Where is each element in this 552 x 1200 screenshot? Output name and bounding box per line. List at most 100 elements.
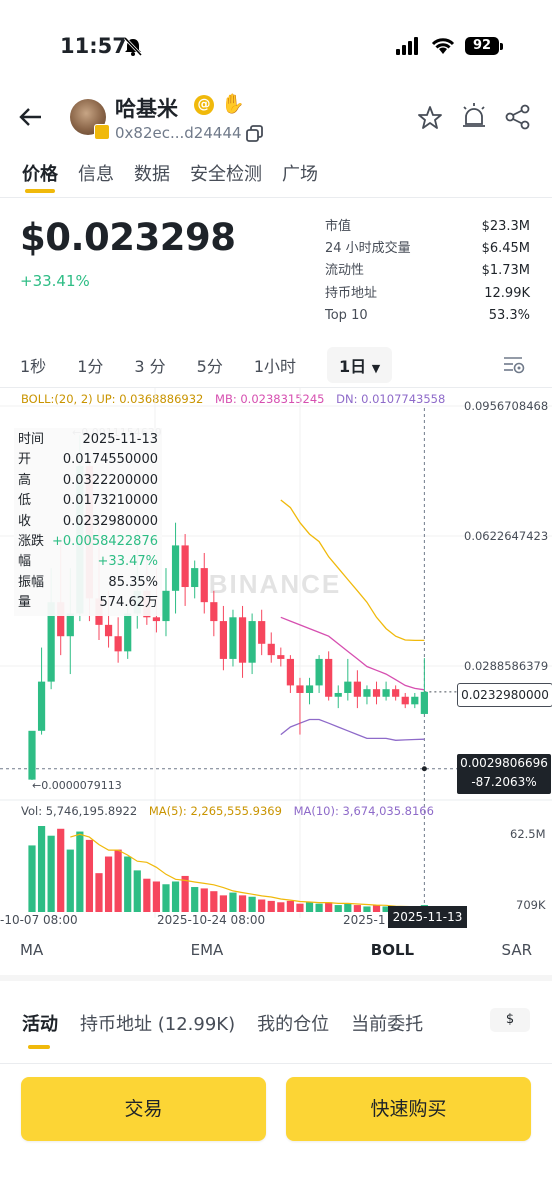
detail-tabs: 价格 信息 数据 安全检测 广场 bbox=[22, 160, 318, 186]
copy-icon[interactable] bbox=[245, 124, 265, 144]
tooltip-label: 收 bbox=[18, 513, 32, 529]
share-icon[interactable] bbox=[505, 104, 531, 130]
candle-body bbox=[353, 681, 361, 697]
binance-watermark: BINANCE bbox=[209, 569, 341, 599]
tooltip-row: 幅 +33.47% bbox=[18, 552, 158, 572]
interval-1h[interactable]: 1小时 bbox=[254, 353, 296, 377]
vol-value: Vol: 5,746,195.8922 bbox=[21, 804, 138, 818]
indicator-tabs: MA EMA BOLL SAR bbox=[0, 941, 552, 959]
price-change: +33.41% bbox=[20, 272, 90, 290]
volume-bar bbox=[267, 900, 275, 912]
indicator-ma[interactable]: MA bbox=[20, 941, 43, 959]
candle-body bbox=[267, 643, 275, 656]
volume-bar bbox=[133, 870, 141, 912]
candle-body bbox=[104, 624, 113, 637]
candle-body bbox=[248, 621, 256, 663]
tab-my-positions[interactable]: 我的仓位 bbox=[257, 1010, 329, 1036]
activity-tab-underline bbox=[28, 1045, 50, 1049]
crosshair-price: 0.0029806696 bbox=[460, 756, 548, 770]
tooltip-label: 振幅 bbox=[18, 574, 45, 590]
signal-icon bbox=[396, 37, 418, 55]
candle-body bbox=[238, 617, 247, 663]
divider bbox=[0, 1063, 552, 1064]
volume-bar bbox=[210, 891, 218, 912]
volume-bar bbox=[277, 902, 285, 912]
quick-buy-button[interactable]: 快速购买 bbox=[286, 1077, 531, 1141]
trade-button[interactable]: 交易 bbox=[21, 1077, 266, 1141]
tooltip-label: 时间 bbox=[18, 432, 45, 447]
volume-bar bbox=[238, 895, 247, 912]
tooltip-row: 低 0.0173210000 bbox=[18, 491, 158, 511]
star-icon[interactable] bbox=[417, 105, 443, 131]
chart-settings-icon[interactable] bbox=[502, 354, 526, 376]
volume-bar bbox=[104, 856, 113, 912]
indicator-sar[interactable]: SAR bbox=[502, 941, 532, 959]
volume-bar bbox=[363, 906, 371, 912]
volume-bar bbox=[229, 892, 237, 912]
y-axis-label: 0.0288586379 bbox=[464, 659, 548, 673]
tab-info[interactable]: 信息 bbox=[78, 160, 114, 186]
crosshair-dot bbox=[421, 766, 427, 772]
crosshair-date-chip: 2025-11-13 bbox=[388, 906, 467, 928]
volume-bar bbox=[258, 899, 266, 912]
hand-icon: ✋ bbox=[221, 93, 245, 115]
interval-1m[interactable]: 1分 bbox=[77, 353, 103, 377]
stat-row: 市值 $23.3M bbox=[325, 216, 530, 238]
tab-security[interactable]: 安全检测 bbox=[190, 160, 262, 186]
candle-body bbox=[258, 621, 266, 644]
volume-bar bbox=[152, 881, 161, 912]
battery-indicator: 92 bbox=[465, 37, 499, 55]
candle-body bbox=[191, 568, 199, 588]
volume-bar bbox=[200, 888, 208, 912]
volume-bar bbox=[286, 900, 294, 912]
interval-selector: 1秒 1分 3 分 5分 1小时 1日 ▼ bbox=[20, 347, 393, 383]
candle-body bbox=[344, 681, 352, 693]
tab-data[interactable]: 数据 bbox=[134, 160, 170, 186]
divider bbox=[0, 197, 552, 198]
candle-body bbox=[28, 730, 36, 780]
candle-body bbox=[315, 658, 323, 686]
tooltip-label: 低 bbox=[18, 493, 32, 509]
volume-legend: Vol: 5,746,195.8922 MA(5): 2,265,555.936… bbox=[21, 804, 434, 818]
tab-price[interactable]: 价格 bbox=[22, 160, 58, 186]
stat-value: $1.73M bbox=[481, 263, 530, 279]
back-arrow-icon[interactable] bbox=[18, 105, 44, 129]
stat-value: 53.3% bbox=[488, 307, 530, 323]
tooltip-row: 时间 2025-11-13 bbox=[18, 430, 158, 450]
volume-bar bbox=[191, 887, 199, 912]
caret-down-icon: ▼ bbox=[371, 362, 381, 375]
section-divider bbox=[0, 975, 552, 981]
volume-bar bbox=[114, 849, 122, 912]
stat-label: 24 小时成交量 bbox=[325, 241, 411, 257]
tab-holders[interactable]: 持币地址 (12.99K) bbox=[80, 1010, 235, 1036]
interval-5m[interactable]: 5分 bbox=[197, 353, 223, 377]
tab-activity[interactable]: 活动 bbox=[22, 1010, 58, 1036]
candle-body bbox=[162, 590, 170, 622]
alert-bell-icon[interactable] bbox=[460, 102, 488, 130]
volume-bar bbox=[171, 881, 180, 912]
volume-bar bbox=[334, 905, 342, 912]
tab-square[interactable]: 广场 bbox=[282, 160, 318, 186]
candle-body bbox=[277, 655, 285, 659]
candle-body bbox=[200, 568, 208, 603]
tooltip-value: 0.0173210000 bbox=[62, 493, 158, 509]
volume-bar bbox=[37, 826, 46, 912]
candle-body bbox=[124, 613, 132, 652]
current-price: $0.023298 bbox=[20, 216, 236, 259]
indicator-ema[interactable]: EMA bbox=[191, 941, 224, 959]
interval-1s[interactable]: 1秒 bbox=[20, 353, 46, 377]
tooltip-value: 0.0322200000 bbox=[62, 472, 158, 488]
indicator-boll[interactable]: BOLL bbox=[371, 941, 414, 959]
volume-bar bbox=[305, 902, 314, 912]
market-stats: 市值 $23.3M 24 小时成交量 $6.45M 流动性 $1.73M 持币地址 12… bbox=[325, 216, 530, 327]
tooltip-value: +33.47% bbox=[97, 554, 158, 570]
volume-axis-label: 709K bbox=[516, 898, 546, 912]
currency-toggle[interactable]: $ bbox=[490, 1008, 530, 1032]
volume-bar bbox=[66, 849, 74, 912]
candle-body bbox=[229, 617, 237, 659]
tab-open-orders[interactable]: 当前委托 bbox=[351, 1010, 423, 1036]
interval-3m[interactable]: 3 分 bbox=[134, 353, 165, 377]
x-axis-label: -10-07 08:00 bbox=[0, 913, 78, 927]
interval-1d-dropdown[interactable]: 1日 ▼ bbox=[327, 347, 393, 383]
tooltip-value: 2025-11-13 bbox=[82, 432, 158, 447]
